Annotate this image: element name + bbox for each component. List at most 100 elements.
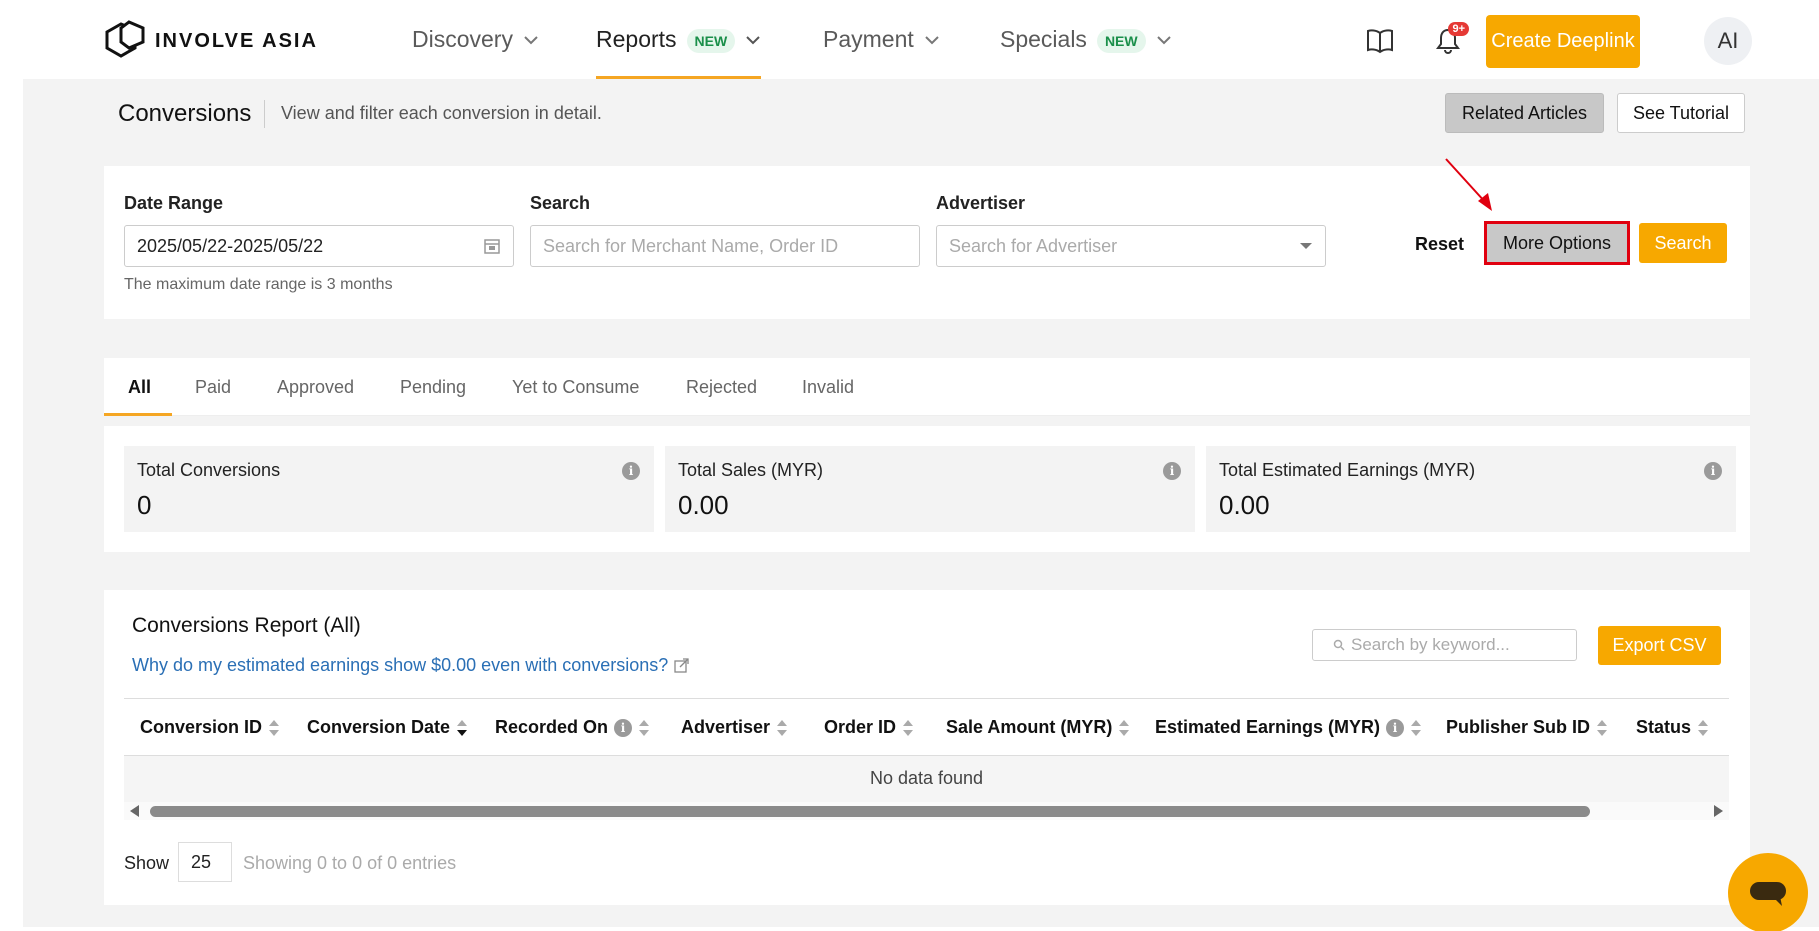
keyword-search-input[interactable]: Search by keyword...	[1312, 629, 1577, 661]
brand-name: INVOLVE ASIA	[155, 29, 318, 52]
tab-approved[interactable]: Approved	[277, 377, 354, 398]
no-data-text: No data found	[869, 768, 984, 788]
nav-payment[interactable]: Payment	[823, 26, 940, 79]
logo-hexagon-icon	[105, 20, 145, 58]
page-subtitle: View and filter each conversion in detai…	[281, 103, 602, 123]
tab-all[interactable]: All	[128, 377, 151, 398]
tab-yet-to-consume[interactable]: Yet to Consume	[512, 377, 639, 398]
stat-total-sales: Total Sales (MYR) 0.00 i	[665, 446, 1195, 532]
page-size-select[interactable]: 25	[178, 842, 232, 882]
chevron-down-icon	[746, 36, 760, 45]
table-header: Conversion ID Conversion Date Recorded O…	[124, 698, 1729, 756]
keyword-search-placeholder: Search by keyword...	[1351, 635, 1510, 654]
more-options-button[interactable]: More Options	[1484, 221, 1630, 265]
nav-specials[interactable]: Specials NEW	[1000, 26, 1172, 79]
search-button[interactable]: Search	[1639, 223, 1727, 263]
create-deeplink-button[interactable]: Create Deeplink	[1486, 15, 1640, 68]
sort-icon	[1698, 719, 1709, 736]
scrollbar-thumb[interactable]	[150, 806, 1590, 817]
export-csv-button[interactable]: Export CSV	[1598, 626, 1721, 665]
stat-value: 0	[137, 490, 152, 520]
reset-button[interactable]: Reset	[1415, 234, 1464, 255]
sort-icon	[903, 719, 914, 736]
scroll-left-icon[interactable]	[130, 805, 139, 817]
nav-reports[interactable]: Reports NEW	[596, 26, 762, 79]
earnings-help-link-text: Why do my estimated earnings show $0.00 …	[132, 655, 669, 675]
top-nav: INVOLVE ASIA Discovery Reports NEW Payme…	[0, 0, 1819, 79]
sort-icon	[1597, 719, 1608, 736]
brand-logo[interactable]: INVOLVE ASIA	[103, 20, 318, 62]
show-label: Show	[124, 853, 170, 873]
see-tutorial-button[interactable]: See Tutorial	[1617, 93, 1745, 133]
column-header[interactable]: Sale Amount (MYR)	[946, 717, 1130, 738]
calendar-icon	[484, 239, 500, 254]
advertiser-placeholder: Search for Advertiser	[949, 235, 1118, 256]
page-title: Conversions	[118, 100, 252, 127]
sort-icon	[777, 719, 788, 736]
annotation-arrow-icon	[1445, 158, 1492, 211]
tab-rejected[interactable]: Rejected	[686, 377, 757, 398]
column-header[interactable]: Conversion ID	[140, 717, 280, 738]
date-range-label: Date Range	[124, 193, 224, 213]
tab-invalid[interactable]: Invalid	[802, 377, 854, 398]
column-header[interactable]: Recorded On i	[495, 717, 650, 738]
chevron-down-icon	[524, 36, 538, 45]
earnings-help-link[interactable]: Why do my estimated earnings show $0.00 …	[132, 655, 689, 676]
nav-payment-label: Payment	[823, 26, 914, 52]
advertiser-select[interactable]: Search for Advertiser	[936, 225, 1326, 267]
stat-value: 0.00	[678, 490, 729, 520]
new-badge: NEW	[1096, 29, 1146, 53]
column-header[interactable]: Order ID	[824, 717, 914, 738]
tab-paid[interactable]: Paid	[195, 377, 231, 398]
search-label: Search	[530, 193, 591, 213]
avatar[interactable]: AI	[1704, 17, 1752, 65]
info-icon[interactable]: i	[1704, 462, 1722, 480]
tab-pending[interactable]: Pending	[400, 377, 466, 398]
title-divider	[264, 100, 265, 128]
column-header[interactable]: Status	[1636, 717, 1709, 738]
dropdown-caret-icon	[1300, 243, 1312, 249]
info-icon[interactable]: i	[614, 718, 633, 737]
stat-total-conversions: Total Conversions 0 i	[124, 446, 654, 532]
chevron-down-icon	[925, 36, 939, 45]
notification-count-badge: 9+	[1448, 22, 1469, 36]
external-link-icon	[674, 658, 689, 673]
column-header[interactable]: Estimated Earnings (MYR) i	[1155, 717, 1422, 738]
book-icon[interactable]	[1363, 24, 1397, 58]
info-icon[interactable]: i	[622, 462, 640, 480]
horizontal-scrollbar[interactable]	[124, 802, 1729, 820]
report-title: Conversions Report (All)	[132, 614, 361, 637]
scroll-right-icon[interactable]	[1714, 805, 1723, 817]
search-input[interactable]: Search for Merchant Name, Order ID	[530, 225, 920, 267]
nav-specials-label: Specials	[1000, 26, 1087, 52]
column-header[interactable]: Advertiser	[681, 717, 788, 738]
stat-label: Total Conversions	[137, 460, 281, 480]
date-range-input[interactable]: 2025/05/22-2025/05/22	[124, 225, 514, 267]
advertiser-label: Advertiser	[936, 193, 1026, 213]
column-header[interactable]: Conversion Date	[307, 717, 468, 738]
search-icon	[1333, 639, 1345, 651]
date-range-hint: The maximum date range is 3 months	[124, 276, 393, 293]
sort-icon	[639, 719, 650, 736]
entries-info: Showing 0 to 0 of 0 entries	[243, 853, 457, 873]
sort-desc-icon	[457, 719, 468, 736]
stat-value: 0.00	[1219, 490, 1270, 520]
stat-label: Total Sales (MYR)	[678, 460, 824, 480]
chat-button[interactable]	[1728, 853, 1808, 931]
chat-bubble-icon	[1750, 882, 1786, 906]
info-icon[interactable]: i	[1163, 462, 1181, 480]
active-tab-indicator	[104, 413, 172, 416]
stat-total-estimated-earnings: Total Estimated Earnings (MYR) 0.00 i	[1206, 446, 1736, 532]
sort-icon	[1411, 719, 1422, 736]
sort-icon	[269, 719, 280, 736]
nav-reports-label: Reports	[596, 26, 677, 52]
sort-icon	[1119, 719, 1130, 736]
column-header[interactable]: Publisher Sub ID	[1446, 717, 1608, 738]
chevron-down-icon	[1156, 36, 1171, 45]
date-range-value: 2025/05/22-2025/05/22	[137, 235, 324, 256]
info-icon[interactable]: i	[1386, 718, 1405, 737]
nav-discovery[interactable]: Discovery	[412, 26, 539, 79]
notification-bell-icon[interactable]: 9+	[1431, 22, 1469, 58]
nav-discovery-label: Discovery	[412, 26, 513, 52]
related-articles-button[interactable]: Related Articles	[1445, 93, 1604, 133]
